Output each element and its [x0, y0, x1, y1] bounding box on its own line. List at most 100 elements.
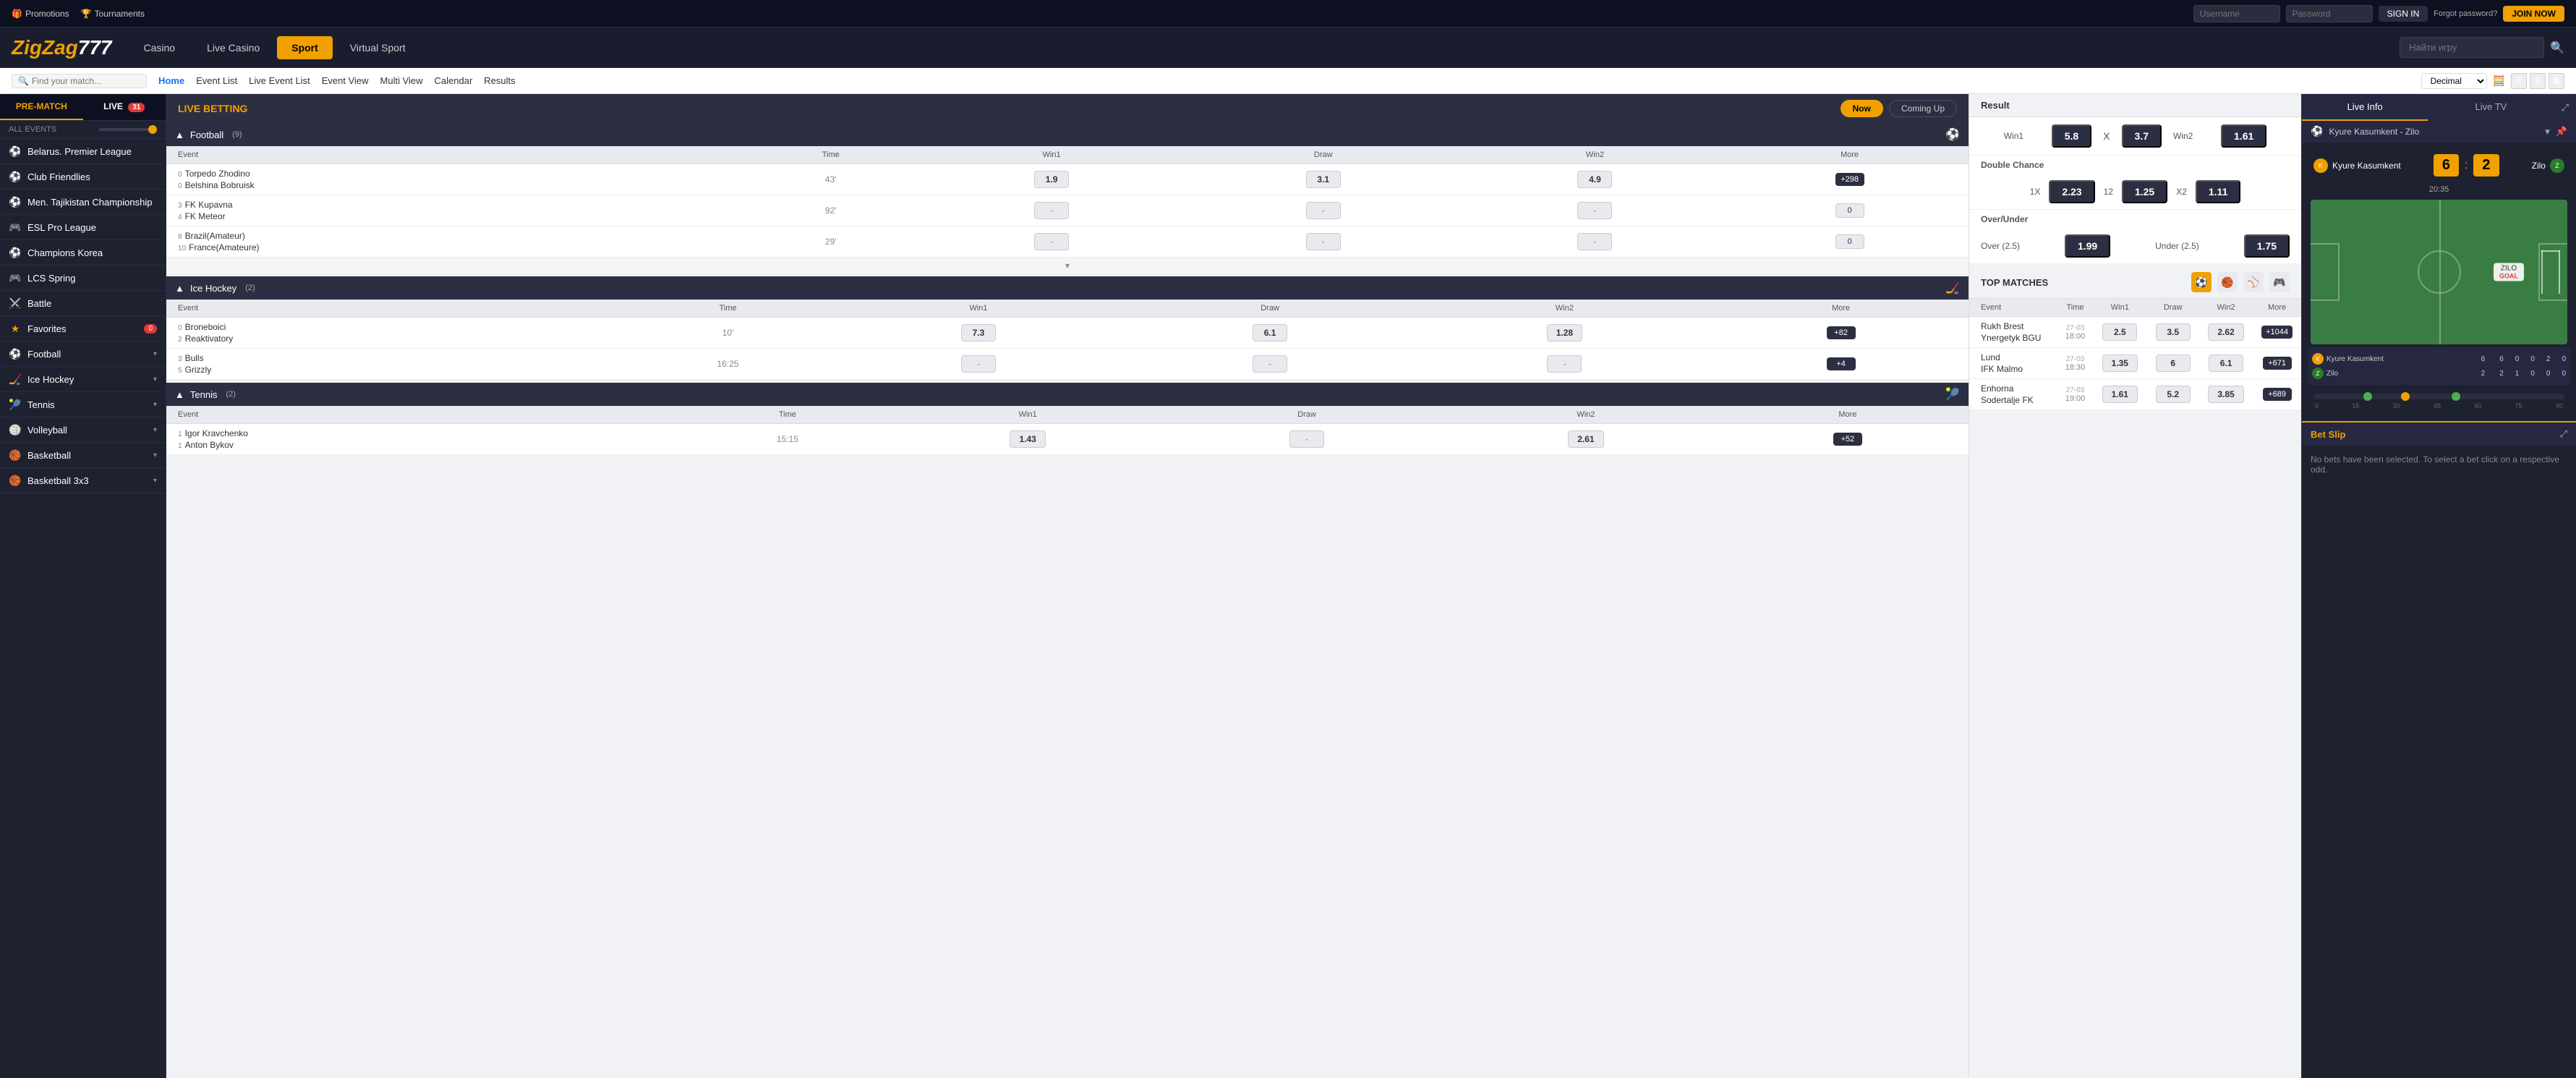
draw-tm1-btn[interactable]: 3.5: [2156, 323, 2191, 341]
coming-up-tab[interactable]: Coming Up: [1889, 100, 1957, 117]
decimal-dropdown[interactable]: Decimal Fractional American: [2421, 73, 2487, 89]
more-hockey-btn-2[interactable]: +4: [1827, 357, 1856, 370]
live-info-tab[interactable]: Live Info: [2302, 94, 2428, 121]
pin-icon[interactable]: 📌: [2556, 126, 2567, 137]
password-input[interactable]: [2286, 5, 2373, 22]
draw-tm3-btn[interactable]: 5.2: [2156, 386, 2191, 403]
win1-dash-btn-2[interactable]: -: [1034, 233, 1069, 250]
events-slider[interactable]: [99, 128, 157, 131]
under-btn[interactable]: 1.75: [2244, 234, 2290, 258]
sidebar-item-tajikistan[interactable]: ⚽ Men. Tajikistan Championship: [0, 190, 166, 215]
more-tm2-btn[interactable]: +671: [2263, 357, 2292, 370]
baseball-filter-icon[interactable]: ⚾: [2243, 272, 2264, 292]
sidebar-item-esl[interactable]: 🎮 ESL Pro League: [0, 215, 166, 240]
sidebar-item-tennis[interactable]: 🎾 Tennis ▾: [0, 392, 166, 417]
signin-button[interactable]: SIGN IN: [2379, 6, 2428, 22]
sidebar-item-football[interactable]: ⚽ Football ▾: [0, 341, 166, 367]
more-tennis-btn[interactable]: +52: [1833, 433, 1862, 446]
win1-hockey-btn[interactable]: 7.3: [961, 324, 996, 341]
game-search-input[interactable]: [2400, 37, 2544, 58]
dc-1x-btn[interactable]: 2.23: [2049, 180, 2094, 203]
win1-tm3-btn[interactable]: 1.61: [2102, 386, 2138, 403]
draw-hockey-btn[interactable]: 6.1: [1253, 324, 1287, 341]
promotions-link[interactable]: 🎁 Promotions: [12, 9, 69, 19]
grid-view-icon[interactable]: ⊞: [2530, 73, 2546, 89]
dc-x2-btn[interactable]: 1.11: [2196, 180, 2240, 203]
nav-event-list[interactable]: Event List: [196, 75, 237, 86]
ice-hockey-section-header[interactable]: ▲ Ice Hockey (2) 🏒: [166, 276, 1969, 300]
football-section-header[interactable]: ▲ Football (9) ⚽: [166, 123, 1969, 146]
win1-odds-btn[interactable]: 1.9: [1034, 171, 1069, 188]
win2-hockey-dash[interactable]: -: [1547, 355, 1582, 373]
football-filter-icon[interactable]: ⚽: [2191, 272, 2212, 292]
win2-tm3-btn[interactable]: 3.85: [2208, 386, 2243, 403]
compact-view-icon[interactable]: ▦: [2549, 73, 2564, 89]
win1-tm1-btn[interactable]: 2.5: [2102, 323, 2137, 341]
prematch-tab[interactable]: PRE-MATCH: [0, 94, 83, 120]
draw-odds-btn[interactable]: 3.1: [1306, 171, 1341, 188]
join-button[interactable]: JOIN NOW: [2503, 6, 2564, 22]
win1-tennis-btn[interactable]: 1.43: [1010, 430, 1045, 448]
sidebar-item-favorites[interactable]: ★ Favorites 0: [0, 316, 166, 341]
draw-tm2-btn[interactable]: 6: [2156, 355, 2191, 372]
nav-results[interactable]: Results: [484, 75, 515, 86]
expand-icon[interactable]: ⤢: [2554, 95, 2576, 121]
nav-home[interactable]: Home: [158, 75, 184, 86]
x-result-btn[interactable]: 3.7: [2122, 124, 2162, 148]
win2-result-btn[interactable]: 1.61: [2221, 124, 2266, 148]
sidebar-item-friendlies[interactable]: ⚽ Club Friendlies: [0, 164, 166, 190]
nav-live-event-list[interactable]: Live Event List: [249, 75, 310, 86]
sidebar-item-belarus[interactable]: ⚽ Belarus. Premier League: [0, 139, 166, 164]
forgot-password-link[interactable]: Forgot password?: [2434, 9, 2497, 18]
nav-calendar[interactable]: Calendar: [435, 75, 473, 86]
sidebar-item-battle[interactable]: ⚔️ Battle: [0, 291, 166, 316]
sidebar-item-volleyball[interactable]: 🏐 Volleyball ▾: [0, 417, 166, 443]
draw-dash-btn-2[interactable]: -: [1306, 233, 1341, 250]
expand-bet-slip-icon[interactable]: ⤢: [2560, 428, 2567, 440]
sidebar-item-lcs[interactable]: 🎮 LCS Spring: [0, 266, 166, 291]
live-tab[interactable]: LIVE 31: [83, 94, 166, 120]
username-input[interactable]: [2193, 5, 2280, 22]
win2-dash-btn-2[interactable]: -: [1577, 233, 1612, 250]
win2-dash-btn[interactable]: -: [1577, 202, 1612, 219]
sidebar-item-basketball[interactable]: 🏀 Basketball ▾: [0, 443, 166, 468]
match-search-input[interactable]: [32, 76, 140, 86]
sidebar-item-ice-hockey[interactable]: 🏒 Ice Hockey ▾: [0, 367, 166, 392]
more-btn-3[interactable]: 0: [1835, 234, 1864, 249]
win2-tennis-btn[interactable]: 2.61: [1568, 430, 1603, 448]
collapse-football[interactable]: ▾: [166, 258, 1969, 273]
esport-filter-icon[interactable]: 🎮: [2269, 272, 2290, 292]
sidebar-item-basketball3x3[interactable]: 🏀 Basketball 3x3 ▾: [0, 468, 166, 493]
tab-casino[interactable]: Casino: [129, 36, 189, 59]
win2-hockey-btn[interactable]: 1.28: [1547, 324, 1582, 341]
draw-tennis-dash[interactable]: -: [1289, 430, 1324, 448]
win1-dash-btn[interactable]: -: [1034, 202, 1069, 219]
tournaments-link[interactable]: 🏆 Tournaments: [81, 9, 145, 19]
nav-event-view[interactable]: Event View: [322, 75, 369, 86]
dc-12-btn[interactable]: 1.25: [2122, 180, 2167, 203]
more-tm3-btn[interactable]: +689: [2263, 388, 2292, 401]
more-tm1-btn[interactable]: +1044: [2261, 326, 2293, 339]
win2-tm2-btn[interactable]: 6.1: [2209, 355, 2243, 372]
draw-dash-btn[interactable]: -: [1306, 202, 1341, 219]
live-tv-tab[interactable]: Live TV: [2428, 94, 2554, 121]
draw-hockey-dash[interactable]: -: [1253, 355, 1287, 373]
more-btn[interactable]: +298: [1835, 173, 1864, 186]
now-tab[interactable]: Now: [1841, 100, 1883, 117]
list-view-icon[interactable]: ☰: [2511, 73, 2527, 89]
tab-virtual-sport[interactable]: Virtual Sport: [336, 36, 420, 59]
over-btn[interactable]: 1.99: [2065, 234, 2110, 258]
tennis-section-header[interactable]: ▲ Tennis (2) 🎾: [166, 383, 1969, 406]
basketball-filter-icon[interactable]: 🏀: [2217, 272, 2238, 292]
win2-odds-btn[interactable]: 4.9: [1577, 171, 1612, 188]
tab-live-casino[interactable]: Live Casino: [192, 36, 274, 59]
more-hockey-btn[interactable]: +82: [1827, 326, 1856, 339]
win1-result-btn[interactable]: 5.8: [2052, 124, 2091, 148]
nav-multi-view[interactable]: Multi View: [380, 75, 423, 86]
sidebar-item-champions-korea[interactable]: ⚽ Champions Korea: [0, 240, 166, 266]
win1-hockey-dash[interactable]: -: [961, 355, 996, 373]
tab-sport[interactable]: Sport: [277, 36, 333, 59]
win2-tm1-btn[interactable]: 2.62: [2208, 323, 2243, 341]
win1-tm2-btn[interactable]: 1.35: [2102, 355, 2138, 372]
more-btn-2[interactable]: 0: [1835, 203, 1864, 218]
